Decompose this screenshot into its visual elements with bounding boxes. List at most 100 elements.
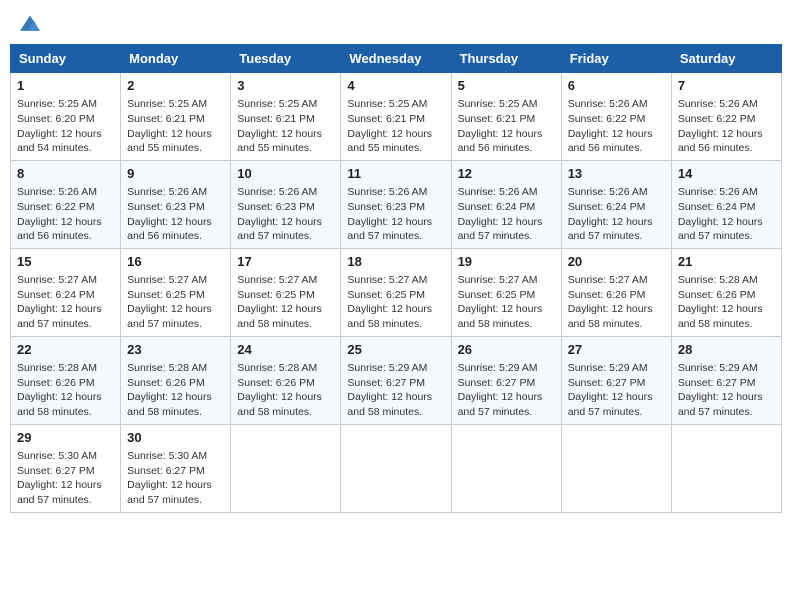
day-number: 4 <box>347 77 444 95</box>
cell-content: Sunrise: 5:29 AM Sunset: 6:27 PM Dayligh… <box>568 361 665 420</box>
calendar-cell: 30 Sunrise: 5:30 AM Sunset: 6:27 PM Dayli… <box>121 424 231 512</box>
cell-content: Sunrise: 5:25 AM Sunset: 6:20 PM Dayligh… <box>17 97 114 156</box>
column-header-thursday: Thursday <box>451 45 561 73</box>
cell-content: Sunrise: 5:26 AM Sunset: 6:23 PM Dayligh… <box>347 185 444 244</box>
cell-content: Sunrise: 5:30 AM Sunset: 6:27 PM Dayligh… <box>17 449 114 508</box>
calendar-cell: 24 Sunrise: 5:28 AM Sunset: 6:26 PM Dayli… <box>231 336 341 424</box>
calendar-cell <box>561 424 671 512</box>
day-number: 19 <box>458 253 555 271</box>
logo-icon <box>18 14 42 34</box>
header <box>10 10 782 38</box>
week-row-5: 29 Sunrise: 5:30 AM Sunset: 6:27 PM Dayli… <box>11 424 782 512</box>
week-row-4: 22 Sunrise: 5:28 AM Sunset: 6:26 PM Dayli… <box>11 336 782 424</box>
cell-content: Sunrise: 5:26 AM Sunset: 6:23 PM Dayligh… <box>237 185 334 244</box>
calendar-cell: 28 Sunrise: 5:29 AM Sunset: 6:27 PM Dayli… <box>671 336 781 424</box>
day-number: 29 <box>17 429 114 447</box>
calendar-cell: 2 Sunrise: 5:25 AM Sunset: 6:21 PM Daylig… <box>121 73 231 161</box>
cell-content: Sunrise: 5:27 AM Sunset: 6:24 PM Dayligh… <box>17 273 114 332</box>
cell-content: Sunrise: 5:26 AM Sunset: 6:24 PM Dayligh… <box>678 185 775 244</box>
day-number: 16 <box>127 253 224 271</box>
cell-content: Sunrise: 5:30 AM Sunset: 6:27 PM Dayligh… <box>127 449 224 508</box>
week-row-3: 15 Sunrise: 5:27 AM Sunset: 6:24 PM Dayli… <box>11 248 782 336</box>
day-number: 18 <box>347 253 444 271</box>
week-row-2: 8 Sunrise: 5:26 AM Sunset: 6:22 PM Daylig… <box>11 160 782 248</box>
calendar-table: SundayMondayTuesdayWednesdayThursdayFrid… <box>10 44 782 513</box>
day-number: 3 <box>237 77 334 95</box>
calendar-cell: 29 Sunrise: 5:30 AM Sunset: 6:27 PM Dayli… <box>11 424 121 512</box>
calendar-cell: 7 Sunrise: 5:26 AM Sunset: 6:22 PM Daylig… <box>671 73 781 161</box>
day-number: 17 <box>237 253 334 271</box>
cell-content: Sunrise: 5:27 AM Sunset: 6:25 PM Dayligh… <box>127 273 224 332</box>
cell-content: Sunrise: 5:27 AM Sunset: 6:25 PM Dayligh… <box>347 273 444 332</box>
day-number: 2 <box>127 77 224 95</box>
calendar-cell: 18 Sunrise: 5:27 AM Sunset: 6:25 PM Dayli… <box>341 248 451 336</box>
day-number: 13 <box>568 165 665 183</box>
calendar-cell: 3 Sunrise: 5:25 AM Sunset: 6:21 PM Daylig… <box>231 73 341 161</box>
day-number: 8 <box>17 165 114 183</box>
calendar-cell: 17 Sunrise: 5:27 AM Sunset: 6:25 PM Dayli… <box>231 248 341 336</box>
calendar-cell: 9Sunrise: 5:26 AM Sunset: 6:23 PM Daylig… <box>121 160 231 248</box>
week-row-1: 1 Sunrise: 5:25 AM Sunset: 6:20 PM Daylig… <box>11 73 782 161</box>
day-number: 21 <box>678 253 775 271</box>
cell-content: Sunrise: 5:26 AM Sunset: 6:22 PM Dayligh… <box>568 97 665 156</box>
cell-content: Sunrise: 5:28 AM Sunset: 6:26 PM Dayligh… <box>17 361 114 420</box>
calendar-cell: 27 Sunrise: 5:29 AM Sunset: 6:27 PM Dayli… <box>561 336 671 424</box>
calendar-cell: 6 Sunrise: 5:26 AM Sunset: 6:22 PM Daylig… <box>561 73 671 161</box>
cell-content: Sunrise: 5:25 AM Sunset: 6:21 PM Dayligh… <box>127 97 224 156</box>
cell-content: Sunrise: 5:25 AM Sunset: 6:21 PM Dayligh… <box>347 97 444 156</box>
calendar-cell: 13Sunrise: 5:26 AM Sunset: 6:24 PM Dayli… <box>561 160 671 248</box>
day-number: 26 <box>458 341 555 359</box>
day-number: 14 <box>678 165 775 183</box>
day-number: 27 <box>568 341 665 359</box>
cell-content: Sunrise: 5:25 AM Sunset: 6:21 PM Dayligh… <box>237 97 334 156</box>
day-number: 24 <box>237 341 334 359</box>
cell-content: Sunrise: 5:26 AM Sunset: 6:22 PM Dayligh… <box>17 185 114 244</box>
day-number: 10 <box>237 165 334 183</box>
calendar-cell <box>671 424 781 512</box>
calendar-cell: 25 Sunrise: 5:29 AM Sunset: 6:27 PM Dayli… <box>341 336 451 424</box>
calendar-cell: 22 Sunrise: 5:28 AM Sunset: 6:26 PM Dayli… <box>11 336 121 424</box>
column-header-sunday: Sunday <box>11 45 121 73</box>
calendar-cell: 23Sunrise: 5:28 AM Sunset: 6:26 PM Dayli… <box>121 336 231 424</box>
day-number: 20 <box>568 253 665 271</box>
calendar-cell: 4 Sunrise: 5:25 AM Sunset: 6:21 PM Daylig… <box>341 73 451 161</box>
calendar-cell <box>451 424 561 512</box>
cell-content: Sunrise: 5:27 AM Sunset: 6:25 PM Dayligh… <box>458 273 555 332</box>
calendar-cell: 1 Sunrise: 5:25 AM Sunset: 6:20 PM Daylig… <box>11 73 121 161</box>
calendar-cell: 11 Sunrise: 5:26 AM Sunset: 6:23 PM Dayli… <box>341 160 451 248</box>
calendar-cell <box>231 424 341 512</box>
calendar-cell: 14 Sunrise: 5:26 AM Sunset: 6:24 PM Dayli… <box>671 160 781 248</box>
cell-content: Sunrise: 5:25 AM Sunset: 6:21 PM Dayligh… <box>458 97 555 156</box>
cell-content: Sunrise: 5:29 AM Sunset: 6:27 PM Dayligh… <box>678 361 775 420</box>
calendar-cell: 16 Sunrise: 5:27 AM Sunset: 6:25 PM Dayli… <box>121 248 231 336</box>
column-header-tuesday: Tuesday <box>231 45 341 73</box>
day-number: 6 <box>568 77 665 95</box>
column-header-wednesday: Wednesday <box>341 45 451 73</box>
header-row: SundayMondayTuesdayWednesdayThursdayFrid… <box>11 45 782 73</box>
day-number: 1 <box>17 77 114 95</box>
day-number: 30 <box>127 429 224 447</box>
day-number: 7 <box>678 77 775 95</box>
cell-content: Sunrise: 5:29 AM Sunset: 6:27 PM Dayligh… <box>458 361 555 420</box>
day-number: 15 <box>17 253 114 271</box>
cell-content: Sunrise: 5:28 AM Sunset: 6:26 PM Dayligh… <box>237 361 334 420</box>
day-number: 9 <box>127 165 224 183</box>
day-number: 23 <box>127 341 224 359</box>
calendar-cell: 21Sunrise: 5:28 AM Sunset: 6:26 PM Dayli… <box>671 248 781 336</box>
column-header-saturday: Saturday <box>671 45 781 73</box>
cell-content: Sunrise: 5:26 AM Sunset: 6:22 PM Dayligh… <box>678 97 775 156</box>
day-number: 25 <box>347 341 444 359</box>
day-number: 22 <box>17 341 114 359</box>
cell-content: Sunrise: 5:27 AM Sunset: 6:25 PM Dayligh… <box>237 273 334 332</box>
calendar-cell: 26 Sunrise: 5:29 AM Sunset: 6:27 PM Dayli… <box>451 336 561 424</box>
calendar-cell: 15 Sunrise: 5:27 AM Sunset: 6:24 PM Dayli… <box>11 248 121 336</box>
calendar-cell <box>341 424 451 512</box>
calendar-cell: 12Sunrise: 5:26 AM Sunset: 6:24 PM Dayli… <box>451 160 561 248</box>
day-number: 28 <box>678 341 775 359</box>
day-number: 12 <box>458 165 555 183</box>
cell-content: Sunrise: 5:29 AM Sunset: 6:27 PM Dayligh… <box>347 361 444 420</box>
day-number: 11 <box>347 165 444 183</box>
column-header-monday: Monday <box>121 45 231 73</box>
calendar-cell: 20Sunrise: 5:27 AM Sunset: 6:26 PM Dayli… <box>561 248 671 336</box>
column-header-friday: Friday <box>561 45 671 73</box>
